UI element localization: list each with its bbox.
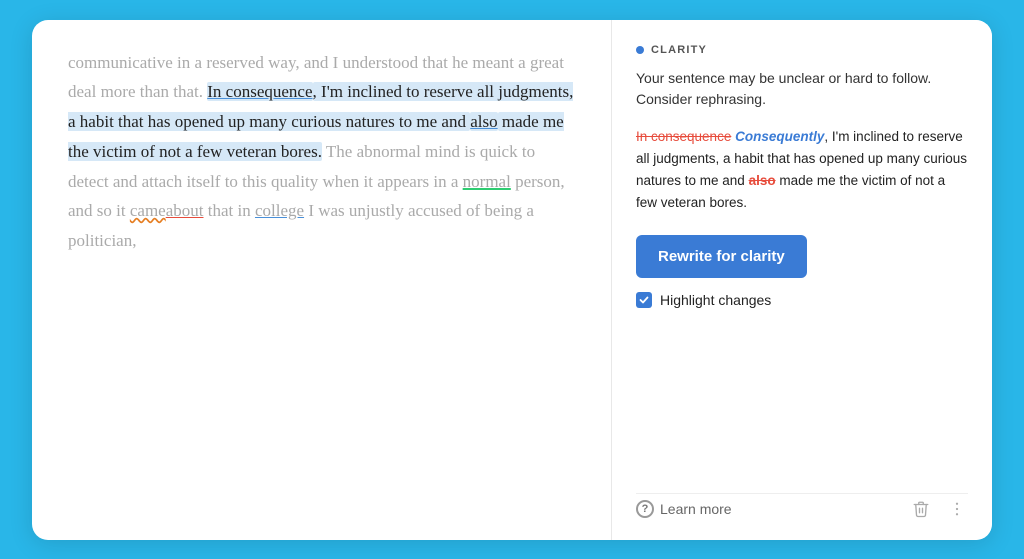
suggestion-text-block: In consequence Consequently, I'm incline… <box>636 126 968 215</box>
text-panel: communicative in a reserved way, and I u… <box>32 20 612 540</box>
also-underline: also <box>470 112 497 131</box>
highlight-changes-row: Highlight changes <box>636 292 968 308</box>
suggestion-panel: CLARITY Your sentence may be unclear or … <box>612 20 992 540</box>
in-consequence-highlight: In consequence <box>207 82 312 101</box>
delete-button[interactable] <box>910 498 932 520</box>
clarity-heading: CLARITY <box>651 44 707 56</box>
rewrite-button[interactable]: Rewrite for clarity <box>636 235 807 278</box>
replacement-phrase: Consequently <box>735 129 824 144</box>
learn-more-link[interactable]: ? Learn more <box>636 500 732 518</box>
clarity-dot <box>636 46 644 54</box>
clarity-label-row: CLARITY <box>636 44 968 56</box>
normal-underline: normal <box>463 172 511 191</box>
learn-more-label: Learn more <box>660 501 732 517</box>
highlight-label: Highlight changes <box>660 292 771 308</box>
came-underline: came <box>130 201 166 220</box>
about-underline: about <box>166 201 204 220</box>
suggestion-description: Your sentence may be unclear or hard to … <box>636 68 968 110</box>
highlight-checkbox[interactable] <box>636 292 652 308</box>
main-container: communicative in a reserved way, and I u… <box>32 20 992 540</box>
bottom-row: ? Learn more <box>636 493 968 520</box>
also-strikethrough: also <box>749 173 776 188</box>
college-underline: college <box>255 201 304 220</box>
help-icon: ? <box>636 500 654 518</box>
more-options-button[interactable] <box>946 498 968 520</box>
original-phrase-strike: In consequence <box>636 129 731 144</box>
faded-text-3: that in <box>208 201 251 220</box>
text-content: communicative in a reserved way, and I u… <box>68 48 579 256</box>
bottom-icons <box>910 498 968 520</box>
